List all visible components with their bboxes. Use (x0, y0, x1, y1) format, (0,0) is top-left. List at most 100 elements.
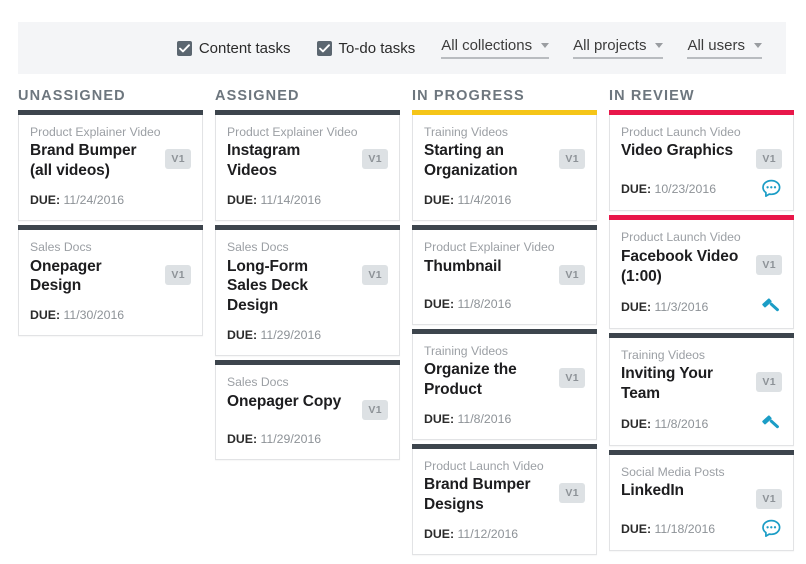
due-value: 11/24/2016 (63, 193, 125, 208)
task-card[interactable]: Product Explainer Video Instagram Videos V… (215, 110, 400, 222)
card-footer: DUE: 11/29/2016 (227, 430, 388, 448)
card-footer: DUE: 11/4/2016 (424, 191, 585, 209)
filter-toolbar: Content tasks To-do tasks All collections… (18, 22, 786, 74)
checkbox-box[interactable] (176, 40, 192, 56)
version-badge: V1 (165, 264, 191, 285)
task-card[interactable]: Product Launch Video Facebook Video (1:00… (609, 215, 794, 329)
card-status-bar (412, 443, 597, 449)
due-value: 11/12/2016 (457, 526, 519, 541)
card-footer: DUE: 11/24/2016 (30, 191, 191, 209)
task-card[interactable]: Sales Docs Long-Form Sales Deck Design V1 D… (215, 225, 400, 357)
card-collection-name: Product Explainer Video (30, 125, 161, 139)
card-footer: DUE: 11/29/2016 (227, 326, 388, 344)
card-footer: DUE: 11/3/2016 (621, 297, 782, 317)
chevron-down-icon (541, 43, 550, 48)
card-collection-name: Sales Docs (30, 240, 92, 255)
version-badge: V1 (559, 368, 585, 389)
card-status-bar (609, 449, 794, 455)
dropdown-all-collections[interactable]: All collections (441, 37, 550, 59)
chevron-down-icon (655, 43, 664, 48)
version-badge: V1 (756, 149, 782, 170)
card-status-bar (609, 110, 794, 115)
due-label: DUE: (621, 182, 652, 197)
task-card[interactable]: Training Videos Starting an Organization V… (412, 110, 597, 222)
card-title: Thumbnail (424, 257, 502, 275)
task-card[interactable]: Social Media Posts LinkedIn V1 DUE: 11/18/2… (609, 449, 794, 552)
card-status-bar (609, 332, 794, 338)
task-type-filters: Content tasks To-do tasks (176, 40, 441, 57)
dropdown-all-projects[interactable]: All projects (573, 37, 664, 59)
checkbox-1[interactable]: Content tasks (176, 40, 291, 57)
card-title: Video Graphics (621, 142, 734, 160)
card-collection-name: Product Explainer Video (424, 240, 555, 255)
due-label: DUE: (227, 431, 258, 446)
due-label: DUE: (30, 308, 61, 323)
card-collection-name: Product Launch Video (621, 125, 741, 139)
due-value: 11/4/2016 (457, 193, 512, 208)
comment-icon[interactable] (761, 179, 782, 199)
card-body: Instagram Videos V1 (227, 141, 388, 181)
task-card[interactable]: Product Launch Video Brand Bumper Designs… (412, 443, 597, 555)
dropdown-label: All projects (573, 37, 647, 54)
dropdown-label: All collections (441, 37, 533, 54)
task-card[interactable]: Product Explainer Video Brand Bumper (all… (18, 110, 203, 222)
card-footer: DUE: 11/14/2016 (227, 191, 388, 209)
version-badge: V1 (362, 399, 388, 420)
card-body: Onepager Copy V1 (227, 392, 388, 420)
checkbox-2[interactable]: To-do tasks (316, 40, 415, 57)
card-body: Inviting Your Team V1 (621, 364, 782, 404)
card-status-bar (412, 225, 597, 231)
due-date: DUE: 11/29/2016 (227, 328, 321, 342)
task-card[interactable]: Product Explainer Video Thumbnail V1 DUE: 1… (412, 225, 597, 325)
comment-icon[interactable] (761, 519, 782, 539)
version-badge: V1 (756, 254, 782, 275)
task-card[interactable]: Training Videos Inviting Your Team V1 DUE: … (609, 332, 794, 446)
gavel-icon[interactable] (761, 297, 782, 317)
version-badge: V1 (362, 264, 388, 285)
task-card[interactable]: Product Launch Video Video Graphics V1 DUE:… (609, 110, 794, 212)
due-value: 11/8/2016 (654, 416, 709, 431)
task-card[interactable]: Sales Docs Onepager Design V1 DUE: 11/30/20… (18, 225, 203, 337)
due-label: DUE: (621, 299, 652, 314)
card-collection-name: Product Explainer Video (227, 125, 358, 139)
card-title: Instagram Videos (227, 142, 301, 180)
column-in-review: IN REVIEW Product Launch Video Video Graph… (609, 88, 794, 564)
board-columns: UNASSIGNED Product Explainer Video Brand B… (18, 88, 794, 564)
dropdown-all-users[interactable]: All users (687, 37, 762, 59)
card-collection-name: Sales Docs (227, 240, 289, 255)
gavel-icon[interactable] (761, 414, 782, 434)
due-value: 11/29/2016 (260, 328, 322, 343)
due-value: 11/30/2016 (63, 308, 125, 323)
filter-dropdowns: All collections All projects All users (441, 37, 762, 59)
due-date: DUE: 11/30/2016 (30, 308, 124, 322)
card-body: Brand Bumper (all videos) V1 (30, 141, 191, 181)
due-label: DUE: (621, 416, 652, 431)
card-footer: DUE: 11/8/2016 (424, 410, 585, 428)
due-date: DUE: 11/8/2016 (621, 417, 708, 431)
card-body: Video Graphics V1 (621, 141, 782, 170)
due-date: DUE: 11/14/2016 (227, 193, 321, 207)
due-date: DUE: 11/12/2016 (424, 527, 518, 541)
card-footer: DUE: 10/23/2016 (621, 179, 782, 199)
task-card[interactable]: Training Videos Organize the Product V1 DUE… (412, 328, 597, 440)
task-card[interactable]: Sales Docs Onepager Copy V1 DUE: 11/29/2016 (215, 360, 400, 460)
version-badge: V1 (756, 372, 782, 393)
card-footer: DUE: 11/8/2016 (424, 295, 585, 313)
version-badge: V1 (559, 483, 585, 504)
card-collection-name: Training Videos (621, 347, 706, 362)
version-badge: V1 (362, 149, 388, 170)
card-collection-name: Product Launch Video (621, 230, 741, 245)
due-label: DUE: (227, 193, 258, 208)
checkbox-box[interactable] (316, 40, 332, 56)
card-status-bar (18, 110, 203, 115)
card-title: Onepager Design (30, 257, 102, 295)
card-footer: DUE: 11/8/2016 (621, 414, 782, 434)
card-title: Long-Form Sales Deck Design (227, 257, 308, 315)
due-date: DUE: 10/23/2016 (621, 182, 716, 196)
due-date: DUE: 11/8/2016 (424, 412, 511, 426)
due-value: 11/14/2016 (260, 193, 322, 208)
due-date: DUE: 11/18/2016 (621, 522, 715, 536)
due-date: DUE: 11/24/2016 (30, 193, 124, 207)
card-collection-name: Sales Docs (227, 375, 289, 390)
chevron-down-icon (754, 43, 762, 48)
